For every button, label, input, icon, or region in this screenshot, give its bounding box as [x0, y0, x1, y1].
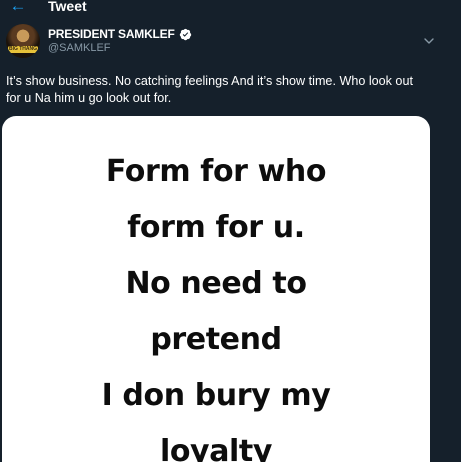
back-button[interactable]: ←	[6, 0, 30, 16]
author-display-name[interactable]: PRESIDENT SAMKLEF	[48, 27, 175, 41]
avatar-caption: BIG THANG	[8, 46, 38, 52]
media-text-line: No need to	[125, 266, 307, 301]
media-text-lines: Form for who form for u. No need to pret…	[2, 144, 430, 462]
author-handle[interactable]: @SAMKLEF	[48, 41, 111, 55]
avatar[interactable]: BIG THANG	[6, 24, 40, 58]
tweet-text: It’s show business. No catching feelings…	[6, 74, 413, 105]
media-text-line: I don bury my	[101, 378, 331, 413]
chevron-down-icon[interactable]	[423, 34, 435, 46]
media-text-line: pretend	[150, 322, 282, 357]
media-text-line: Form for who	[105, 154, 327, 189]
author-name-row[interactable]: PRESIDENT SAMKLEF	[48, 27, 192, 41]
media-text-line: loyalty	[159, 434, 273, 462]
page-title: Tweet	[48, 0, 87, 14]
media-text-line: form for u.	[127, 210, 305, 245]
tweet-media-image[interactable]: Form for who form for u. No need to pret…	[2, 116, 430, 462]
verified-badge-icon	[179, 28, 192, 41]
tweet-detail-page: ← Tweet BIG THANG PRESIDENT SAMKLEF @SAM…	[0, 0, 461, 462]
arrow-left-icon: ←	[9, 0, 27, 15]
top-bar: ← Tweet	[0, 0, 461, 16]
